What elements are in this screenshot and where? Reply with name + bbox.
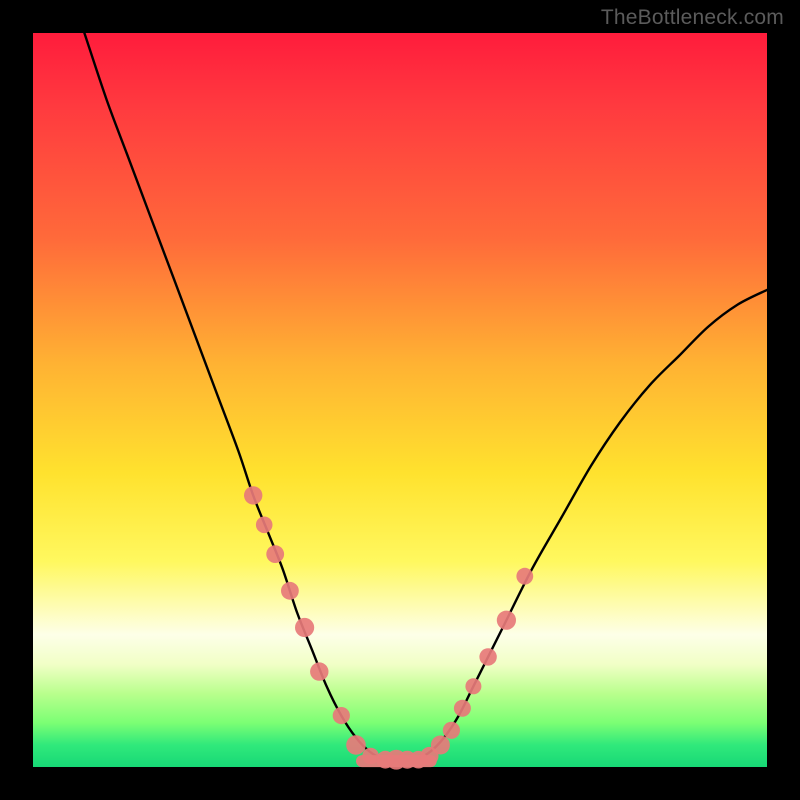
bottom-highlight <box>356 755 437 767</box>
bottleneck-curve <box>84 33 767 760</box>
marker-point <box>346 735 366 755</box>
marker-point <box>310 662 328 680</box>
marker-point <box>443 722 460 739</box>
marker-point <box>465 678 481 694</box>
marker-point <box>244 486 262 504</box>
marker-point <box>497 611 516 630</box>
marker-point <box>266 545 284 563</box>
marker-point <box>281 582 299 600</box>
marker-point <box>516 568 533 585</box>
marker-point <box>431 736 450 755</box>
marker-group <box>244 486 533 769</box>
marker-point <box>295 618 314 637</box>
watermark-text: TheBottleneck.com <box>601 6 784 30</box>
chart-svg <box>33 33 767 767</box>
plot-area <box>33 33 767 767</box>
chart-stage: TheBottleneck.com <box>0 0 800 800</box>
marker-point <box>256 517 273 534</box>
marker-point <box>479 648 496 665</box>
marker-point <box>333 707 350 724</box>
marker-point <box>454 700 471 717</box>
